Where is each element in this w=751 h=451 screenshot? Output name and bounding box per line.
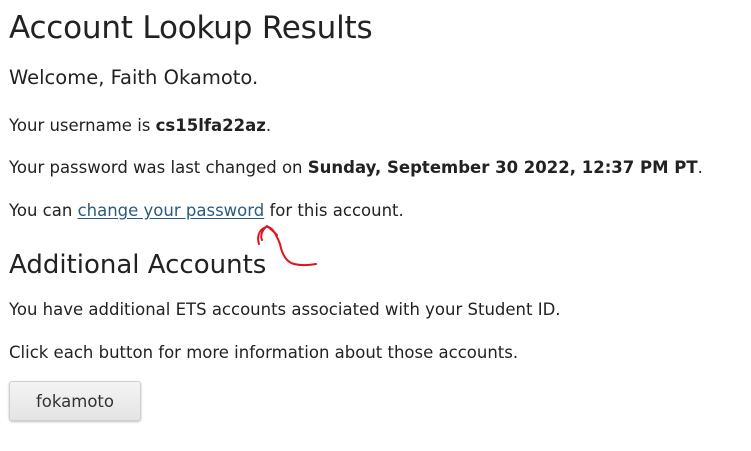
password-changed-line: Your password was last changed on Sunday… xyxy=(9,158,703,177)
change-password-line: You can change your password for this ac… xyxy=(9,201,404,220)
additional-accounts-instruction: Click each button for more information a… xyxy=(9,343,519,362)
password-changed-suffix: . xyxy=(697,158,703,177)
username-line: Your username is cs15lfa22az. xyxy=(9,116,271,135)
username-suffix: . xyxy=(265,116,272,135)
page-title: Account Lookup Results xyxy=(9,10,373,46)
password-changed-prefix: Your password was last changed on xyxy=(9,158,308,177)
welcome-message: Welcome, Faith Okamoto. xyxy=(9,66,259,89)
additional-accounts-heading: Additional Accounts xyxy=(9,250,267,280)
account-button-fokamoto[interactable]: fokamoto xyxy=(9,381,141,421)
username-prefix: Your username is xyxy=(9,116,156,135)
change-password-suffix: for this account. xyxy=(264,201,404,220)
password-changed-date: Sunday, September 30 2022, 12:37 PM PT xyxy=(307,158,698,177)
username-value: cs15lfa22az xyxy=(155,116,266,135)
change-password-prefix: You can xyxy=(9,201,78,220)
account-lookup-page: Account Lookup Results Welcome, Faith Ok… xyxy=(0,0,751,451)
change-password-link[interactable]: change your password xyxy=(78,201,265,220)
additional-accounts-description: You have additional ETS accounts associa… xyxy=(9,300,561,319)
